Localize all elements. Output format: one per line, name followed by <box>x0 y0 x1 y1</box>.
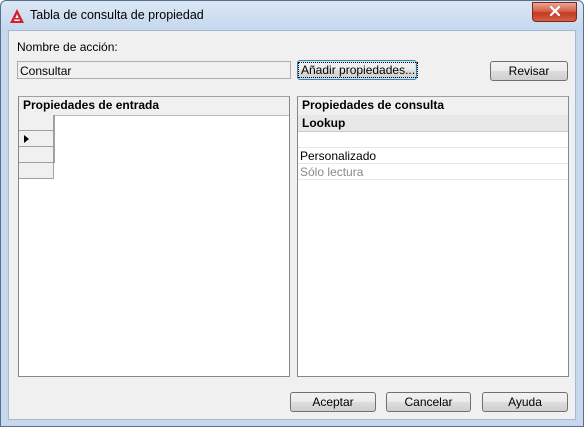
lookup-column-header[interactable]: Lookup <box>298 115 568 132</box>
input-properties-header: Propiedades de entrada <box>19 97 289 116</box>
row-pointer-icon <box>24 135 29 143</box>
ok-button[interactable]: Aceptar <box>290 392 376 412</box>
row-header-cell[interactable] <box>19 163 54 179</box>
lookup-properties-header: Propiedades de consulta <box>298 97 568 116</box>
row-header-cell[interactable] <box>19 147 54 163</box>
grid-divider <box>54 115 55 163</box>
close-button[interactable] <box>532 2 577 22</box>
cancel-button[interactable]: Cancelar <box>386 392 471 412</box>
window-title: Tabla de consulta de propiedad <box>30 8 204 22</box>
lookup-row[interactable] <box>298 132 568 148</box>
dialog-client-area: Nombre de acción: Consultar Añadir propi… <box>8 30 576 420</box>
close-icon <box>549 5 561 19</box>
review-button[interactable]: Revisar <box>490 61 568 81</box>
help-button[interactable]: Ayuda <box>482 392 568 412</box>
action-name-label: Nombre de acción: <box>17 40 118 54</box>
lookup-row-readonly: Sólo lectura <box>298 164 568 180</box>
title-bar[interactable]: Tabla de consulta de propiedad <box>1 1 583 30</box>
lookup-row-custom[interactable]: Personalizado <box>298 148 568 164</box>
row-header-cell[interactable] <box>19 115 54 131</box>
autocad-icon <box>9 8 25 24</box>
add-properties-button[interactable]: Añadir propiedades... <box>297 60 419 80</box>
dialog-window: Tabla de consulta de propiedad Nombre de… <box>0 0 584 427</box>
row-header-cell-current[interactable] <box>19 131 54 147</box>
lookup-properties-panel: Propiedades de consulta Lookup Personali… <box>297 96 569 377</box>
action-name-field[interactable]: Consultar <box>17 61 291 79</box>
input-properties-panel: Propiedades de entrada <box>18 96 290 377</box>
add-properties-label: Añadir propiedades... <box>298 62 419 78</box>
